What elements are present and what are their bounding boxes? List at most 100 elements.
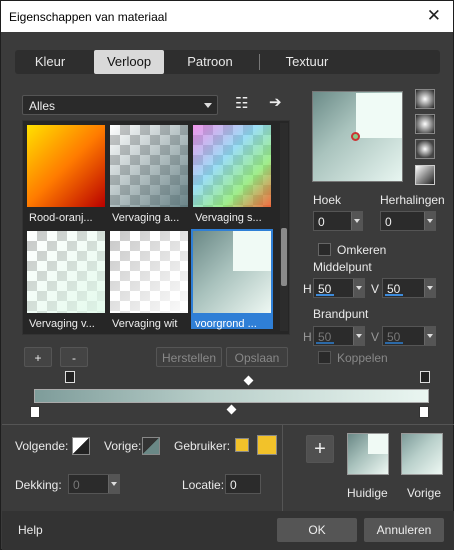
focus-v-spinbox[interactable]: 50 [382,326,436,346]
opacity-spinbox[interactable]: 0 [68,474,120,494]
gradient-thumb-label: voorgrond ... [195,318,257,330]
transparency-stop-left[interactable] [65,371,75,383]
midpoint-v-spinbox[interactable]: 50 [382,278,436,298]
gradient-preview [193,231,271,313]
gradient-preview [27,231,105,313]
gradient-thumb-vervaging-wit[interactable]: Vervaging wit [108,229,190,330]
cancel-button[interactable]: Annuleren [364,518,444,542]
previous-swatch[interactable] [401,433,443,475]
color-stop-left[interactable] [30,406,40,418]
angle-label: Hoek [313,193,342,207]
prev-label: Vorige: [104,439,142,453]
link-checkbox[interactable] [318,351,331,364]
repeat-label: Herhalingen [380,193,445,207]
focus-v-label: V [371,330,380,344]
tab-textuur[interactable]: Textuur [272,50,342,74]
tab-separator [259,54,260,70]
gradient-thumb-rood-oranje[interactable]: Rood-oranj... [25,123,107,224]
chevron-down-icon[interactable] [353,279,364,297]
chevron-down-icon[interactable] [108,475,119,493]
transparency-midpoint[interactable] [243,375,254,386]
gradient-thumb-label: Vervaging a... [112,212,180,224]
location-label: Locatie: [182,478,225,492]
angle-value: 0 [318,215,325,229]
add-button[interactable]: + [24,347,52,367]
focus-h-spinbox[interactable]: 50 [313,326,365,346]
linear-style-button[interactable] [415,89,435,109]
rectangular-style-button[interactable] [415,114,435,134]
midpoint-v-bar [385,294,403,296]
gradient-bar[interactable] [34,389,429,403]
gradient-preview-large[interactable] [312,91,403,182]
arrow-right-icon[interactable]: ➔ [269,93,282,111]
save-button[interactable]: Opslaan [226,347,288,367]
repeat-value: 0 [385,215,392,229]
tab-strip: Kleur Verloop Patroon Textuur [15,50,440,74]
previous-label: Vorige [407,486,442,500]
help-link[interactable]: Help [18,523,43,537]
focus-h-bar [316,342,334,344]
ok-button[interactable]: OK [277,518,357,542]
focus-v-bar [385,342,403,344]
window-title: Eigenschappen van materiaal [9,10,168,24]
midpoint-h-bar [316,294,334,296]
user-color-swatch[interactable] [257,435,277,455]
chevron-down-icon[interactable] [351,212,362,230]
scrollbar-thumb[interactable] [281,228,287,286]
footer: Help OK Annuleren [2,511,454,550]
gradient-thumb-vervaging-a[interactable]: Vervaging a... [108,123,190,224]
preview-highlight [356,93,402,138]
midpoint-label: Middelpunt [313,260,372,274]
midpoint-h-spinbox[interactable]: 50 [313,278,365,298]
close-icon[interactable]: ✕ [427,6,441,26]
add-to-swatches-button[interactable]: + [306,435,334,463]
current-swatch[interactable] [347,433,389,475]
category-value: Alles [29,99,56,113]
color-stop-right[interactable] [419,406,429,418]
material-properties-dialog: Eigenschappen van materiaal ✕ Kleur Verl… [0,0,454,550]
gradient-thumb-label: Rood-oranj... [29,212,93,224]
list-view-icon[interactable]: ☷ [235,94,248,112]
focus-label: Brandpunt [313,307,369,321]
mid-v-label: V [371,282,380,296]
gradient-preview [110,125,188,207]
user-label: Gebruiker: [174,439,231,453]
user-color-swatch-small[interactable] [235,438,249,452]
next-label: Volgende: [15,439,69,453]
divider [2,424,454,425]
opacity-label: Dekking: [15,478,62,492]
corner-style-button[interactable] [415,165,435,185]
link-label: Koppelen [337,351,388,365]
transparency-stop-right[interactable] [420,371,430,383]
angle-spinbox[interactable]: 0 [313,211,363,231]
radial-style-button[interactable] [415,139,435,159]
vertical-divider [282,425,283,511]
tab-kleur[interactable]: Kleur [15,50,85,74]
invert-label: Omkeren [337,243,387,257]
repeat-spinbox[interactable]: 0 [380,211,436,231]
next-color-swatch[interactable] [72,437,90,455]
mid-h-label: H [303,282,312,296]
chevron-down-icon[interactable] [424,327,435,345]
remove-button[interactable]: - [60,347,88,367]
center-point-handle[interactable] [351,132,360,141]
chevron-down-icon [204,103,212,108]
restore-button[interactable]: Herstellen [156,347,222,367]
color-midpoint[interactable] [226,404,237,415]
chevron-down-icon[interactable] [424,279,435,297]
gallery-scrollbar[interactable] [280,123,288,331]
category-dropdown[interactable]: Alles [22,95,218,115]
gradient-gallery: Rood-oranj... Vervaging a... Vervaging s… [22,120,290,335]
invert-checkbox[interactable] [318,243,331,256]
tab-verloop[interactable]: Verloop [94,50,164,74]
location-field[interactable]: 0 [225,474,261,494]
prev-color-swatch[interactable] [142,437,160,455]
tab-patroon[interactable]: Patroon [175,50,245,74]
gradient-preview [110,231,188,313]
gradient-thumb-vervaging-v[interactable]: Vervaging v... [25,229,107,330]
chevron-down-icon[interactable] [353,327,364,345]
gradient-thumb-vervaging-s[interactable]: Vervaging s... [191,123,273,224]
gradient-thumb-voorgrond[interactable]: voorgrond ... [191,229,273,330]
gradient-thumb-label: Vervaging s... [195,212,262,224]
chevron-down-icon[interactable] [424,212,435,230]
